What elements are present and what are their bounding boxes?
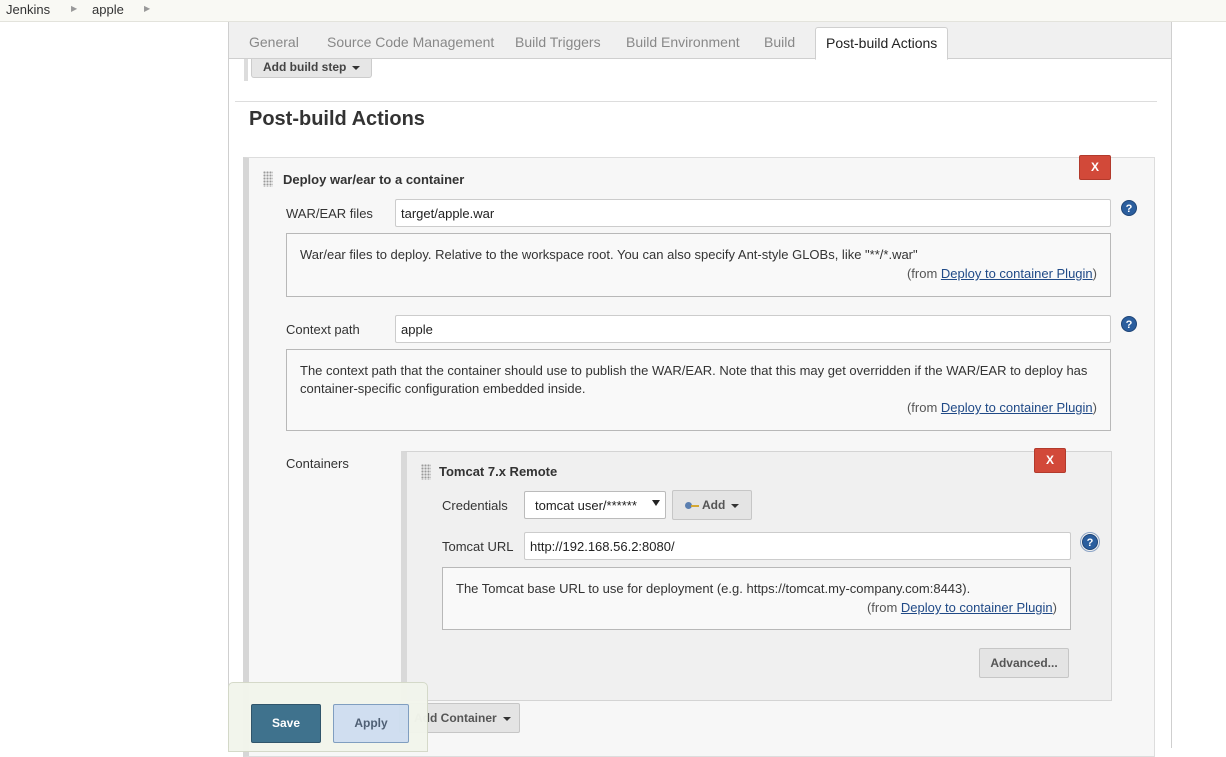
add-build-step-label: Add build step [263,60,347,74]
section-divider [235,101,1157,102]
war-files-help-text: War/ear files to deploy. Relative to the… [300,247,918,262]
help-icon[interactable]: ? [1121,316,1137,332]
breadcrumb-item-jenkins[interactable]: Jenkins [6,2,50,17]
caret-down-icon [502,716,511,721]
advanced-button[interactable]: Advanced... [979,648,1069,678]
help-source-suffix: ) [1052,600,1057,615]
tab-post-build-actions[interactable]: Post-build Actions [815,27,949,60]
tab-build-triggers[interactable]: Build Triggers [515,34,601,50]
containers-label: Containers [286,456,349,471]
help-icon[interactable]: ? [1121,200,1137,216]
delete-deploy-button[interactable]: X [1079,155,1111,180]
caret-down-icon [731,503,740,508]
credentials-select[interactable]: tomcat user/****** [524,491,666,519]
save-button[interactable]: Save [251,704,321,743]
war-files-input[interactable] [395,199,1111,227]
tomcat-block-title: Tomcat 7.x Remote [439,464,558,479]
job-config-panel: General Source Code Management Build Tri… [228,22,1172,757]
help-source-prefix: (from [866,600,901,615]
chevron-right-icon[interactable]: ▶ [144,4,150,13]
help-source-suffix: ) [1092,400,1097,415]
help-icon[interactable]: ? [1080,532,1100,552]
context-path-help-text: The context path that the container shou… [300,363,1088,396]
add-build-step-button[interactable]: Add build step [251,59,372,78]
add-credentials-label: Add [702,498,726,512]
section-stripe [244,59,248,81]
tomcat-url-help: The Tomcat base URL to use for deploymen… [442,567,1071,630]
deploy-block-title: Deploy war/ear to a container [283,172,465,187]
breadcrumb-item-job[interactable]: apple [92,2,124,17]
tab-general[interactable]: General [249,34,299,50]
help-source-suffix: ) [1092,266,1097,281]
context-path-help: The context path that the container shou… [286,349,1111,431]
credentials-label: Credentials [442,498,508,513]
plugin-link[interactable]: Deploy to container Plugin [941,400,1093,415]
help-source: (from Deploy to container Plugin) [907,265,1097,283]
tab-build[interactable]: Build [764,34,795,50]
tomcat-container-block: Tomcat 7.x Remote X Credentials tomcat u… [401,448,1112,701]
help-source: (from Deploy to container Plugin) [907,399,1097,417]
key-icon [685,501,699,509]
tomcat-url-help-text: The Tomcat base URL to use for deploymen… [456,581,971,596]
tab-source-code-management[interactable]: Source Code Management [327,34,494,50]
deploy-war-ear-block: Deploy war/ear to a container X WAR/EAR … [243,155,1155,757]
apply-button[interactable]: Apply [333,704,409,743]
war-files-label: WAR/EAR files [286,206,373,221]
breadcrumb: Jenkins ▶ apple ▶ [0,0,1226,22]
war-files-help: War/ear files to deploy. Relative to the… [286,233,1111,297]
delete-tomcat-button[interactable]: X [1034,448,1066,473]
help-source-prefix: (from [906,266,941,281]
context-path-label: Context path [286,322,360,337]
add-credentials-button[interactable]: Add [672,490,752,520]
config-tab-bar: General Source Code Management Build Tri… [229,22,1171,60]
chevron-right-icon[interactable]: ▶ [71,4,77,13]
caret-down-icon [352,65,361,70]
post-build-section-title: Post-build Actions [249,108,425,130]
context-path-input[interactable] [395,315,1111,343]
help-source-prefix: (from [906,400,941,415]
tab-build-environment[interactable]: Build Environment [626,34,740,50]
dropdown-arrow-icon [652,500,660,506]
bottom-sticker-bar: Save Apply [228,682,428,752]
credentials-selected-value: tomcat user/****** [535,498,637,513]
plugin-link[interactable]: Deploy to container Plugin [941,266,1093,281]
help-source: (from Deploy to container Plugin) [867,599,1057,617]
plugin-link[interactable]: Deploy to container Plugin [901,600,1053,615]
tomcat-url-input[interactable] [524,532,1071,560]
tomcat-url-label: Tomcat URL [442,539,514,554]
drag-handle-icon[interactable] [421,464,431,480]
drag-handle-icon[interactable] [263,171,273,187]
